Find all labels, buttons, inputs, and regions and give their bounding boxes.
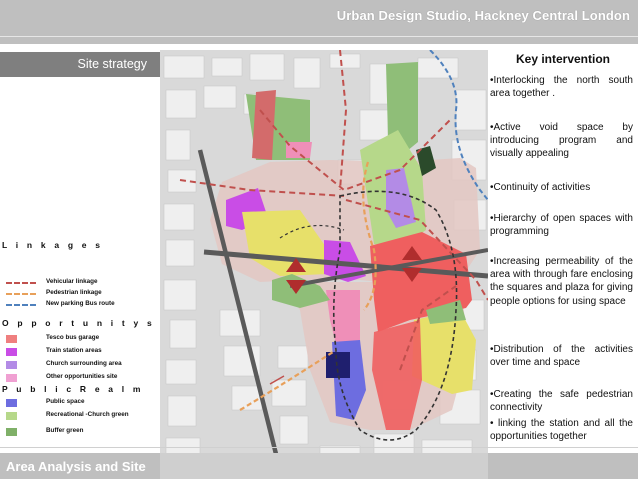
legend-item-public-space: Public space <box>6 398 166 408</box>
site-strategy-map <box>160 50 488 478</box>
swatch-icon <box>6 399 17 407</box>
legend-heading-linkages: L i n k a g e s <box>2 240 104 250</box>
legend-label: Church surrounding area <box>46 360 122 367</box>
legend-item-vehicular: Vehicular linkage <box>6 278 166 288</box>
page-title: Urban Design Studio, Hackney Central Lon… <box>336 8 630 23</box>
legend-item-recreational: Recreational -Church green <box>6 411 166 421</box>
legend-label: Vehicular linkage <box>46 278 98 285</box>
swatch-icon <box>6 335 17 343</box>
legend-label: Train station areas <box>46 347 102 354</box>
legend-label: Buffer green <box>46 427 84 434</box>
bullet-item: •Increasing permeability of the area wit… <box>490 256 633 307</box>
legend-label: Tesco bus garage <box>46 334 100 341</box>
swatch-icon <box>6 412 17 420</box>
legend-label: Public space <box>46 398 85 405</box>
bullet-item: •Continuity of activities <box>490 182 591 193</box>
legend-item-bus-route: New parking Bus route <box>6 300 166 310</box>
legend-item-tesco: Tesco bus garage <box>6 334 166 344</box>
legend-item-buffer: Buffer green <box>6 427 166 437</box>
site-strategy-heading: Site strategy <box>0 52 161 77</box>
key-intervention-title: Key intervention <box>515 52 611 66</box>
bullet-item: •Distribution of the activities over tim… <box>490 344 633 369</box>
swatch-icon <box>6 374 17 382</box>
map-footer-overlap <box>160 453 488 479</box>
header-rule <box>0 36 638 37</box>
header-bar: Urban Design Studio, Hackney Central Lon… <box>0 0 638 44</box>
legend-label: Recreational -Church green <box>46 411 129 418</box>
dashed-line-icon <box>6 293 36 295</box>
footer-label: Area Analysis and Site <box>6 459 146 474</box>
swatch-icon <box>6 361 17 369</box>
bullet-item: •Interlocking the north south area toget… <box>490 75 633 100</box>
dashed-line-icon <box>6 282 36 284</box>
legend-item-other: Other opportunities site <box>6 373 166 383</box>
key-intervention-panel <box>488 50 638 444</box>
swatch-icon <box>6 348 17 356</box>
legend-label: Pedestrian linkage <box>46 289 102 296</box>
bullet-item: •Hierarchy of open spaces with programmi… <box>490 213 633 238</box>
bullet-item: •Active void space by introducing progra… <box>490 122 633 160</box>
footer-rule <box>0 447 638 448</box>
bullet-item: •Creating the safe pedestrian connectivi… <box>490 389 633 414</box>
legend-label: Other opportunities site <box>46 373 118 380</box>
legend-heading-public: P u b l i c R e a l m <box>2 384 144 394</box>
legend-item-church: Church surrounding area <box>6 360 166 370</box>
legend-item-train-station: Train station areas <box>6 347 166 357</box>
legend-item-pedestrian: Pedestrian linkage <box>6 289 166 299</box>
bullet-item: • linking the station and all the opport… <box>490 418 633 443</box>
dashed-line-icon <box>6 304 36 306</box>
legend-label: New parking Bus route <box>46 300 115 307</box>
footer-bar: Area Analysis and Site <box>0 453 638 479</box>
swatch-icon <box>6 428 17 436</box>
